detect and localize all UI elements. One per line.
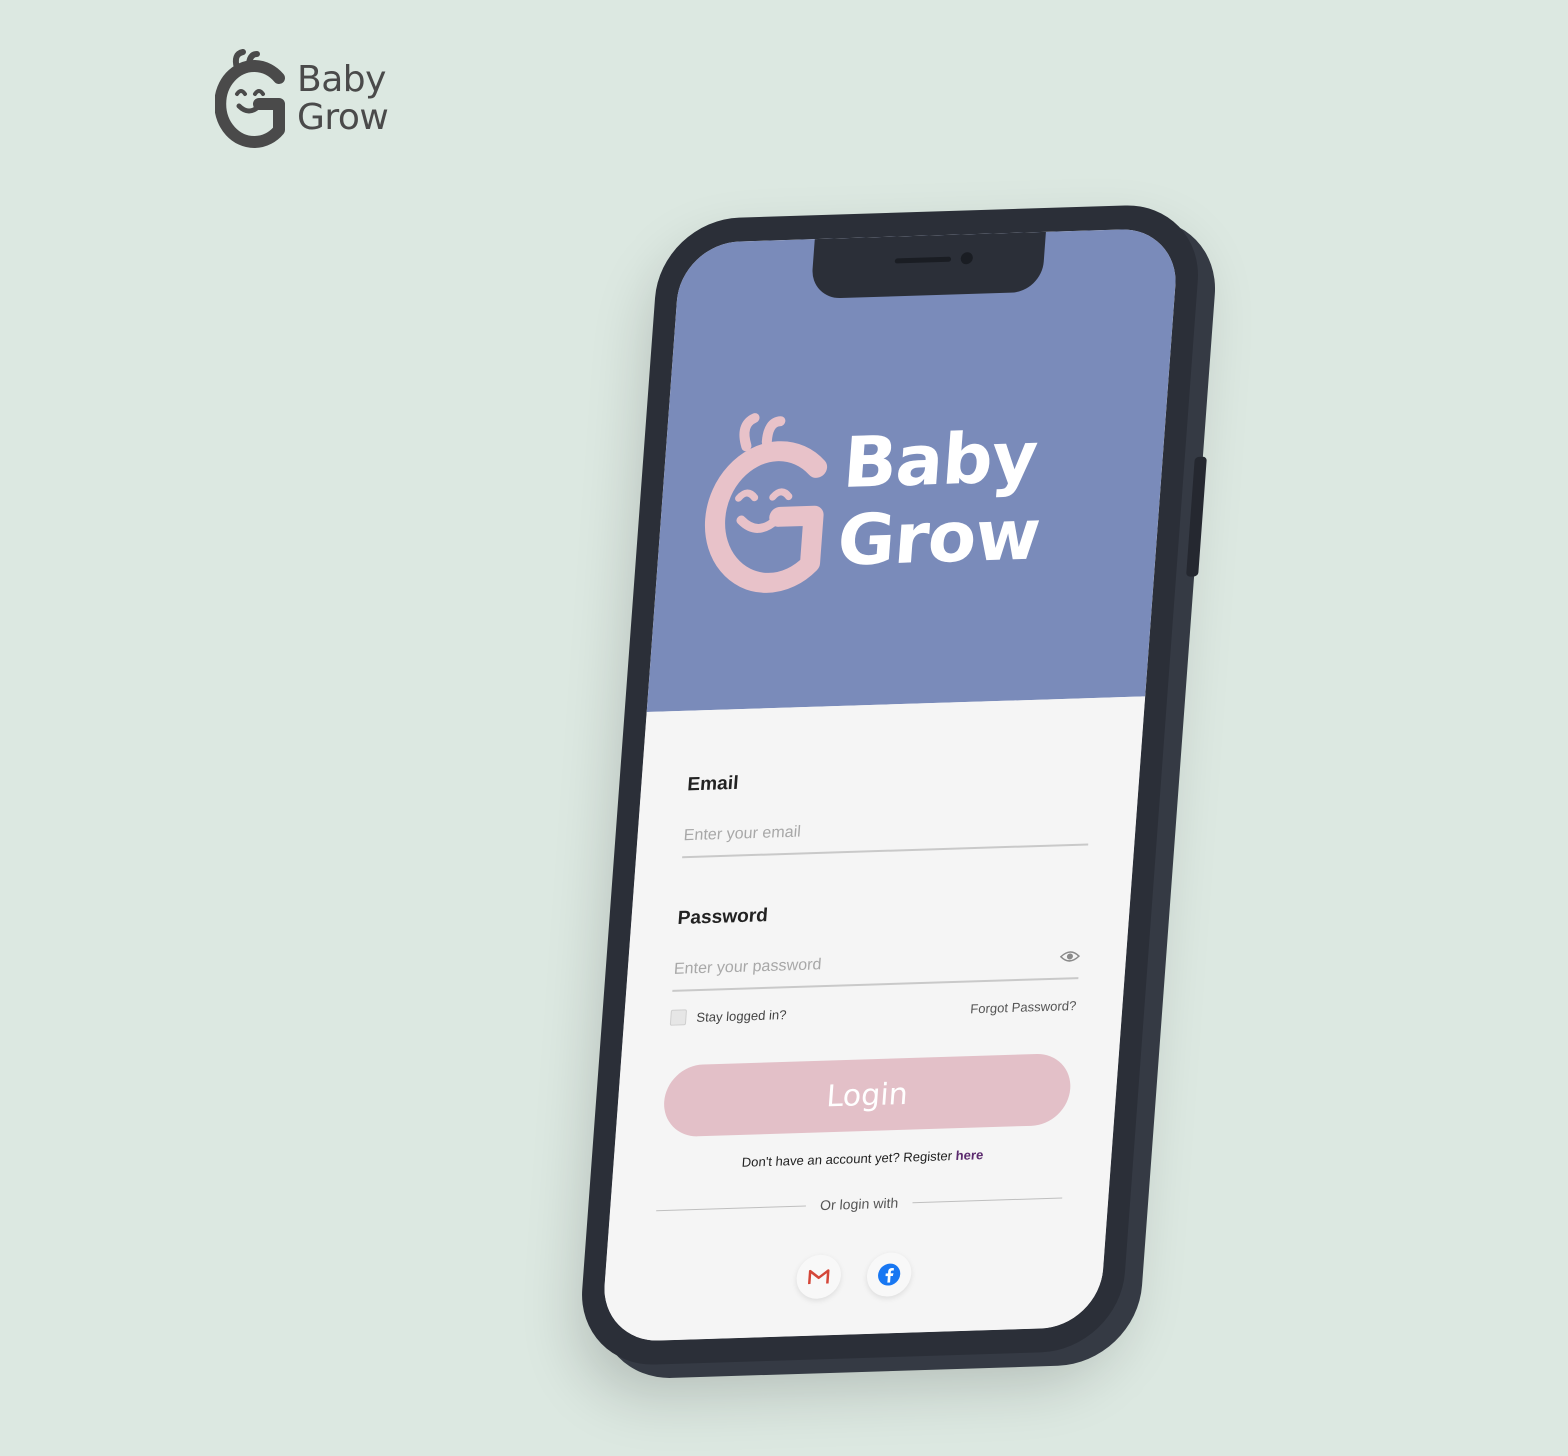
- app-logo: Baby Grow: [695, 401, 1049, 601]
- phone-side-button: [1186, 456, 1207, 577]
- eye-icon[interactable]: [1059, 949, 1081, 964]
- options-row: Stay logged in? Forgot Password?: [669, 997, 1077, 1026]
- email-label: Email: [686, 772, 740, 796]
- app-wordmark: Baby Grow: [834, 416, 1048, 582]
- email-field-wrap: [682, 803, 1092, 859]
- baby-grow-logo-icon: [215, 49, 285, 148]
- brand-wordmark: Baby Grow: [297, 59, 389, 138]
- gmail-login-button[interactable]: [795, 1254, 843, 1300]
- email-input[interactable]: [683, 814, 1091, 846]
- password-label: Password: [676, 905, 769, 930]
- login-button[interactable]: Login: [661, 1052, 1073, 1138]
- facebook-icon: [878, 1263, 901, 1286]
- phone-mockup: Baby Grow Email Password: [576, 203, 1207, 1367]
- camera-icon: [960, 252, 974, 265]
- phone-screen: Baby Grow Email Password: [600, 227, 1180, 1343]
- login-form: Email Password: [600, 696, 1146, 1343]
- register-prompt: Don't have an account yet? Register here: [659, 1145, 1066, 1173]
- divider-line-left: [656, 1205, 807, 1211]
- stay-logged-in: Stay logged in?: [669, 1006, 788, 1026]
- brand-logo: Baby Grow: [215, 48, 389, 150]
- app-header: Baby Grow: [646, 227, 1180, 713]
- stay-logged-in-checkbox[interactable]: [669, 1009, 688, 1026]
- baby-grow-face-icon: [704, 413, 828, 593]
- gmail-icon: [807, 1269, 830, 1285]
- phone-notch: [810, 231, 1046, 299]
- app-logo-line2: Grow: [834, 493, 1043, 582]
- divider-text: Or login with: [819, 1194, 899, 1214]
- password-field-wrap: [672, 937, 1082, 992]
- brand-line1: Baby: [297, 59, 386, 100]
- password-input[interactable]: [673, 948, 1081, 979]
- app-logo-line1: Baby: [840, 416, 1040, 504]
- social-login: [649, 1247, 1058, 1304]
- register-prompt-text: Don't have an account yet? Register: [741, 1148, 953, 1170]
- divider-line-right: [912, 1196, 1063, 1203]
- phone-body: Baby Grow Email Password: [576, 203, 1207, 1367]
- brand-line2: Grow: [297, 97, 389, 138]
- register-link[interactable]: here: [955, 1147, 984, 1163]
- forgot-password-link[interactable]: Forgot Password?: [970, 998, 1077, 1016]
- facebook-login-button[interactable]: [865, 1251, 913, 1298]
- stay-logged-in-label: Stay logged in?: [695, 1006, 788, 1025]
- speaker-icon: [894, 256, 952, 264]
- social-divider: Or login with: [656, 1190, 1063, 1219]
- canvas: Baby Grow Baby Grow Email Enter your ema…: [0, 0, 1568, 1456]
